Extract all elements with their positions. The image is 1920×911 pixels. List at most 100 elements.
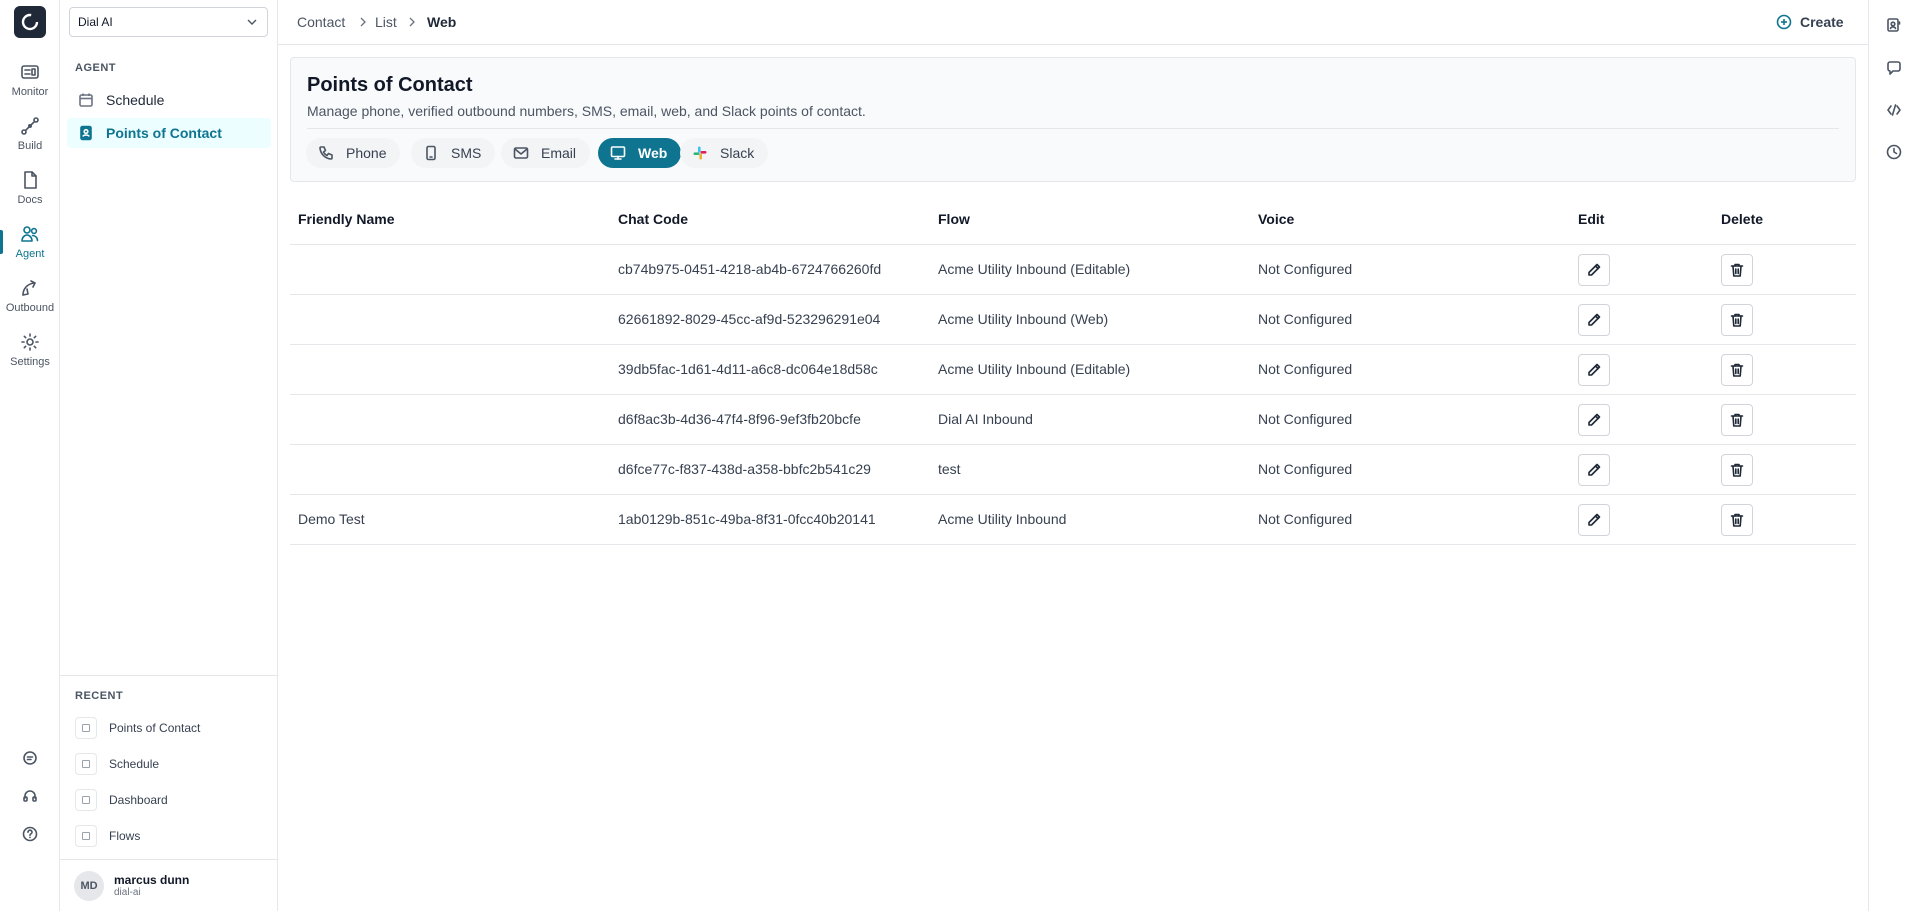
rail-item-build[interactable]: Build: [0, 116, 60, 166]
chevron-right-icon: [360, 17, 366, 27]
create-button[interactable]: Create: [1776, 11, 1844, 33]
delete-button[interactable]: [1721, 404, 1753, 436]
rail-label: Build: [17, 140, 43, 152]
page-description: Manage phone, verified outbound numbers,…: [307, 103, 866, 119]
edit-button[interactable]: [1578, 454, 1610, 486]
column-header-chat-code: Chat Code: [618, 211, 688, 227]
recent-item-label: Flows: [109, 829, 141, 843]
tab-web[interactable]: Web: [598, 138, 682, 168]
sidebar-item-schedule[interactable]: Schedule: [67, 85, 271, 115]
chat-bubble-icon: [1887, 61, 1901, 75]
edit-button[interactable]: [1578, 304, 1610, 336]
rail-label: Monitor: [11, 86, 49, 98]
edit-button[interactable]: [1578, 354, 1610, 386]
cell-voice: Not Configured: [1258, 411, 1353, 427]
cell-flow: test: [938, 461, 961, 477]
tab-phone[interactable]: Phone: [306, 138, 401, 168]
column-header-flow: Flow: [938, 211, 970, 227]
breadcrumb-list[interactable]: List: [375, 14, 397, 30]
contact-book-icon: [75, 717, 97, 739]
side-panel: Dial AI AGENT Schedule Points of Contact…: [60, 0, 278, 911]
pencil-icon: [1588, 363, 1601, 376]
table-row: Demo Test 1ab0129b-851c-49ba-8f31-0fcc40…: [290, 495, 1856, 545]
tab-label: Email: [541, 145, 577, 161]
delete-button[interactable]: [1721, 254, 1753, 286]
recent-item-dashboard[interactable]: Dashboard: [75, 788, 265, 812]
dashboard-icon: [75, 789, 97, 811]
table-row: cb74b975-0451-4218-ab4b-6724766260fd Acm…: [290, 245, 1856, 295]
org-selector[interactable]: Dial AI: [69, 7, 268, 37]
edit-button[interactable]: [1578, 254, 1610, 286]
cell-flow: Acme Utility Inbound (Editable): [938, 361, 1131, 377]
history-button[interactable]: [1883, 141, 1905, 163]
chat-icon: [23, 751, 37, 765]
breadcrumb-web: Web: [427, 14, 457, 30]
user-menu[interactable]: MD marcus dunn dial-ai: [60, 860, 278, 911]
top-bar: Contact List Web Create: [278, 0, 1868, 45]
right-rail: [1868, 0, 1920, 911]
pencil-icon: [1588, 463, 1601, 476]
column-header-friendly-name: Friendly Name: [298, 211, 395, 227]
recent-item-label: Schedule: [109, 757, 160, 771]
delete-button[interactable]: [1721, 504, 1753, 536]
recent-item-label: Dashboard: [109, 793, 168, 807]
tab-label: Web: [638, 145, 668, 161]
chat-panel-button[interactable]: [1883, 57, 1905, 79]
edit-button[interactable]: [1578, 504, 1610, 536]
monitor-icon: [21, 65, 39, 79]
cell-chat-code: cb74b975-0451-4218-ab4b-6724766260fd: [618, 261, 882, 277]
org-selector-value: Dial AI: [78, 15, 113, 29]
page-header-card: Points of Contact Manage phone, verified…: [290, 57, 1856, 182]
cell-chat-code: 1ab0129b-851c-49ba-8f31-0fcc40b20141: [618, 511, 876, 527]
rail-help-button[interactable]: [0, 822, 60, 846]
edit-button[interactable]: [1578, 404, 1610, 436]
rail-chat-button[interactable]: [0, 746, 60, 770]
page-title: Points of Contact: [307, 74, 473, 96]
contact-book-icon: [80, 125, 92, 141]
web-icon: [610, 146, 626, 160]
tab-sms[interactable]: SMS: [411, 138, 496, 168]
recent-item-schedule[interactable]: Schedule: [75, 752, 265, 776]
tab-email[interactable]: Email: [501, 138, 591, 168]
rail-item-agent[interactable]: Agent: [0, 224, 60, 274]
plus-circle-icon: [1776, 14, 1792, 30]
delete-button[interactable]: [1721, 304, 1753, 336]
trash-icon: [1730, 413, 1744, 427]
cell-friendly-name: Demo Test: [298, 511, 365, 527]
table-header: Friendly Name Chat Code Flow Voice Edit …: [290, 199, 1856, 245]
rail-item-monitor[interactable]: Monitor: [0, 62, 60, 112]
contacts-button[interactable]: [1883, 14, 1905, 36]
rail-label: Agent: [15, 248, 45, 260]
recent-item-flows[interactable]: Flows: [75, 824, 265, 848]
rail-item-docs[interactable]: Docs: [0, 170, 60, 220]
gear-icon: [21, 333, 39, 351]
breadcrumb-contact[interactable]: Contact: [297, 14, 345, 30]
sidebar-item-points-of-contact[interactable]: Points of Contact: [67, 118, 271, 148]
table-row: d6f8ac3b-4d36-47f4-8f96-9ef3fb20bcfe Dia…: [290, 395, 1856, 445]
section-label-agent: AGENT: [75, 62, 116, 74]
rail-item-outbound[interactable]: Outbound: [0, 278, 60, 328]
tab-slack[interactable]: Slack: [680, 138, 769, 168]
column-header-voice: Voice: [1258, 211, 1295, 227]
cell-voice: Not Configured: [1258, 311, 1353, 327]
rail-support-button[interactable]: [0, 784, 60, 808]
column-header-delete: Delete: [1721, 211, 1764, 227]
logo-icon[interactable]: [14, 6, 46, 38]
delete-button[interactable]: [1721, 354, 1753, 386]
cell-chat-code: d6f8ac3b-4d36-47f4-8f96-9ef3fb20bcfe: [618, 411, 861, 427]
calendar-icon: [75, 753, 97, 775]
slack-icon: [693, 146, 707, 160]
trash-icon: [1730, 513, 1744, 527]
code-button[interactable]: [1883, 99, 1905, 121]
rail-item-settings[interactable]: Settings: [0, 332, 60, 382]
app-root: Monitor Build Docs Agent Outbound Settin…: [0, 0, 1920, 911]
user-name: marcus dunn: [114, 873, 190, 887]
recent-item-points-of-contact[interactable]: Points of Contact: [75, 716, 265, 740]
divider: [307, 128, 1839, 129]
tab-label: Phone: [346, 145, 387, 161]
delete-button[interactable]: [1721, 454, 1753, 486]
trash-icon: [1730, 313, 1744, 327]
cell-chat-code: d6fce77c-f837-438d-a358-bbfc2b541c29: [618, 461, 871, 477]
cell-flow: Acme Utility Inbound (Editable): [938, 261, 1131, 277]
panel-divider: [60, 675, 278, 676]
